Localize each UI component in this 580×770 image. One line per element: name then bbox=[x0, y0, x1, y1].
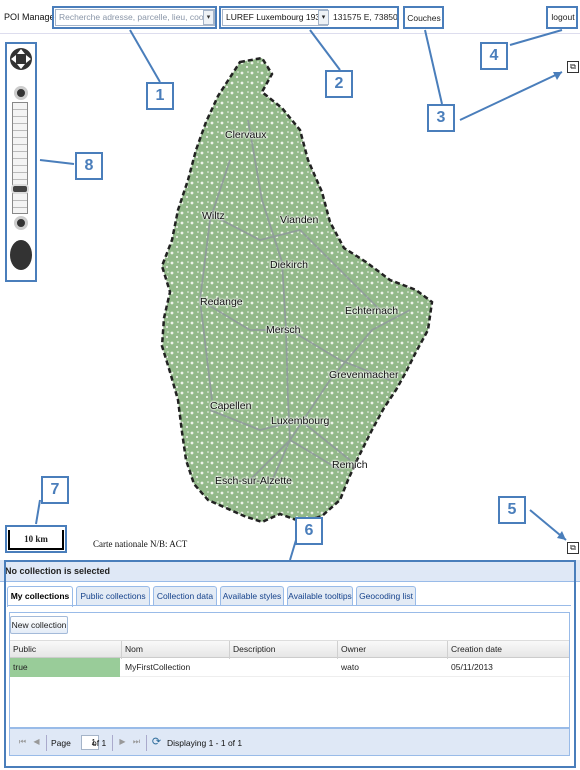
town-label: Vianden bbox=[280, 214, 319, 226]
tab-my-collections[interactable]: My collections bbox=[7, 586, 73, 607]
town-label: Esch-sur-Alzette bbox=[215, 475, 293, 487]
search-dropdown-icon[interactable]: ▾ bbox=[203, 10, 214, 25]
zoom-slider-track[interactable] bbox=[12, 102, 28, 214]
tab-available-tooltips[interactable]: Available tooltips bbox=[287, 586, 353, 606]
callout-7: 7 bbox=[41, 476, 69, 504]
callout-6: 6 bbox=[295, 517, 323, 545]
panel-title: No collection is selected bbox=[0, 560, 580, 582]
layers-button[interactable]: Couches bbox=[406, 9, 442, 26]
callout-2: 2 bbox=[325, 70, 353, 98]
town-label: Mersch bbox=[266, 324, 301, 336]
pager-separator bbox=[112, 735, 113, 751]
cell-creation-date: 05/11/2013 bbox=[451, 662, 493, 672]
last-page-icon[interactable]: ⏭ bbox=[130, 736, 143, 749]
callout-5: 5 bbox=[498, 496, 526, 524]
cell-owner: wato bbox=[341, 662, 359, 672]
top-toolbar: POI Manager Recherche adresse, parcelle,… bbox=[0, 0, 580, 34]
callout-4: 4 bbox=[480, 42, 508, 70]
cell-nom: MyFirstCollection bbox=[125, 662, 191, 672]
search-input[interactable]: Recherche adresse, parcelle, lieu, coord… bbox=[55, 9, 215, 26]
projection-dropdown-icon[interactable]: ▾ bbox=[318, 10, 329, 25]
new-collection-button[interactable]: New collection bbox=[10, 616, 68, 634]
refresh-icon[interactable]: ⟳ bbox=[150, 736, 163, 749]
paging-toolbar: ⏮ ◀ Page 1 of 1 ▶ ⏭ ⟳ Displaying 1 - 1 o… bbox=[9, 728, 570, 756]
town-label: Grevenmacher bbox=[329, 369, 399, 381]
zoom-slider-handle[interactable] bbox=[11, 184, 29, 194]
page-count-label: of 1 bbox=[92, 738, 107, 748]
town-label: Remich bbox=[332, 459, 368, 471]
cell-description bbox=[230, 658, 338, 677]
map-attribution: Carte nationale N/B: ACT bbox=[93, 539, 188, 549]
town-label: Luxembourg bbox=[271, 415, 330, 427]
town-label: Clervaux bbox=[225, 129, 267, 141]
grid-header: Public Nom Description Owner Creation da… bbox=[10, 640, 569, 659]
pager-separator bbox=[46, 735, 47, 751]
table-row[interactable]: true MyFirstCollection wato 05/11/2013 bbox=[10, 658, 569, 677]
coordinates-readout: 131575 E, 73850 N bbox=[333, 12, 399, 22]
tab-divider bbox=[7, 605, 571, 606]
tab-public-collections[interactable]: Public collections bbox=[76, 586, 150, 606]
world-icon[interactable] bbox=[10, 240, 32, 270]
town-label: Capellen bbox=[210, 400, 252, 412]
prev-page-icon[interactable]: ◀ bbox=[30, 736, 43, 749]
scale-bar: 10 km bbox=[8, 530, 64, 550]
column-header-public[interactable]: Public bbox=[10, 641, 122, 659]
page-label: Page bbox=[51, 738, 71, 748]
town-label: Wiltz bbox=[202, 210, 225, 222]
cell-public: true bbox=[10, 658, 120, 677]
projection-select[interactable]: LUREF Luxembourg 1930 / bbox=[222, 9, 328, 26]
displaying-label: Displaying 1 - 1 of 1 bbox=[167, 738, 243, 748]
next-page-icon[interactable]: ▶ bbox=[116, 736, 129, 749]
app-window: POI Manager Recherche adresse, parcelle,… bbox=[0, 0, 580, 770]
maximize-icon[interactable]: ⧉ bbox=[567, 542, 579, 554]
callout-1: 1 bbox=[146, 82, 174, 110]
logout-button[interactable]: logout bbox=[549, 9, 577, 26]
tab-collection-data[interactable]: Collection data bbox=[153, 586, 217, 606]
pager-separator bbox=[146, 735, 147, 751]
column-header-creation-date[interactable]: Creation date bbox=[448, 641, 569, 659]
town-label: Diekirch bbox=[270, 259, 308, 271]
pan-icon[interactable] bbox=[8, 46, 34, 72]
callout-3: 3 bbox=[427, 104, 455, 132]
town-label: Echternach bbox=[345, 305, 399, 317]
callout-8: 8 bbox=[75, 152, 103, 180]
zoom-in-icon[interactable] bbox=[14, 86, 28, 100]
column-header-owner[interactable]: Owner bbox=[338, 641, 448, 659]
tab-available-styles[interactable]: Available styles bbox=[220, 586, 284, 606]
scale-label: 10 km bbox=[24, 534, 48, 544]
zoom-out-icon[interactable] bbox=[14, 216, 28, 230]
column-header-nom[interactable]: Nom bbox=[122, 641, 230, 659]
app-title: POI Manager bbox=[4, 12, 58, 22]
first-page-icon[interactable]: ⏮ bbox=[16, 736, 29, 749]
column-header-description[interactable]: Description bbox=[230, 641, 338, 659]
maximize-icon[interactable]: ⧉ bbox=[567, 61, 579, 73]
town-label: Redange bbox=[200, 296, 243, 308]
tab-geocoding-list[interactable]: Geocoding list bbox=[356, 586, 416, 606]
map-viewport[interactable]: Clervaux Wiltz Vianden Diekirch Redange … bbox=[0, 34, 580, 556]
pan-control[interactable] bbox=[8, 46, 34, 72]
